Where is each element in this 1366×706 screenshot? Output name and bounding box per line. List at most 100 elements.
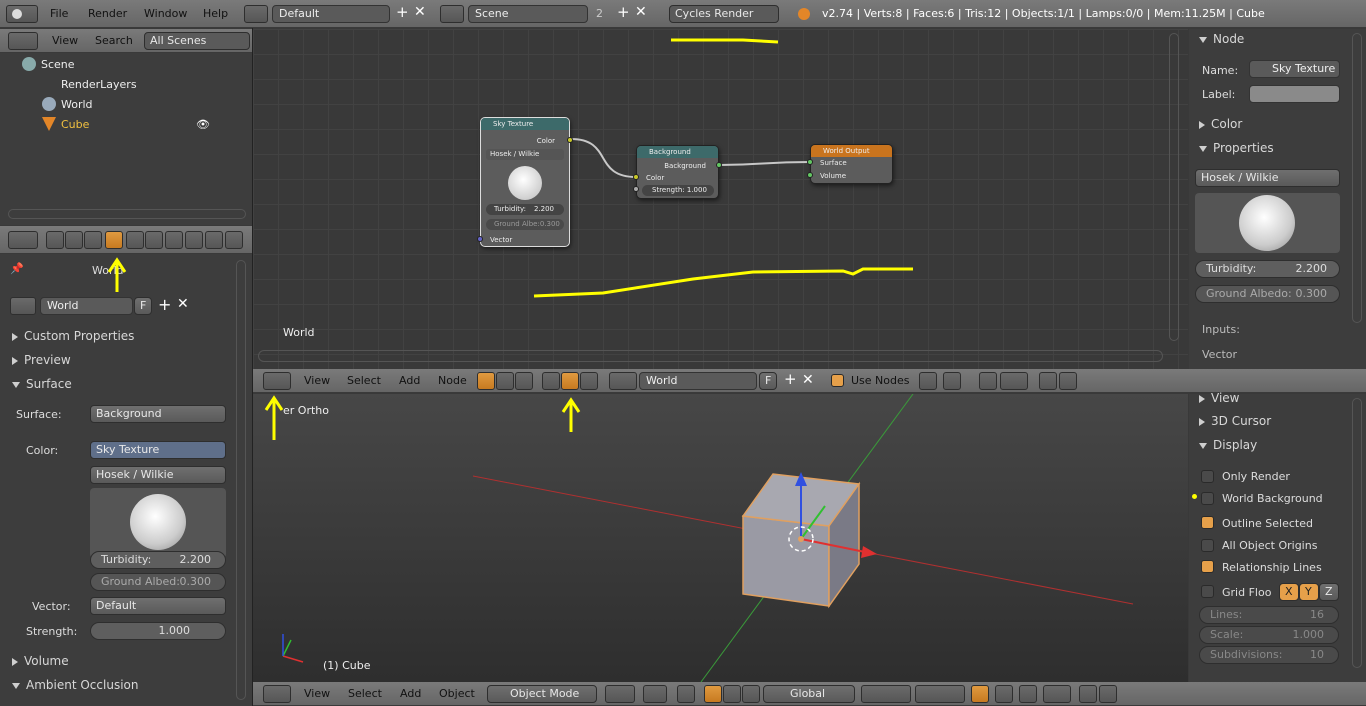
snap-element-icon[interactable] — [1043, 685, 1071, 703]
node-background[interactable]: Background Background Color Strength: 1.… — [633, 145, 722, 199]
node-wo-header[interactable]: World Output — [811, 145, 892, 157]
all-origins-checkbox[interactable] — [1201, 539, 1214, 552]
node-sky-turbidity[interactable]: Turbidity: 2.200 — [486, 204, 564, 215]
outliner-menu-search[interactable]: Search — [95, 32, 133, 50]
manipulator-toggle-icon[interactable] — [677, 685, 695, 703]
node-sky-albedo[interactable]: Ground Albe:0.300 — [486, 219, 564, 230]
grid-x-toggle[interactable]: X — [1279, 583, 1299, 601]
bg-out-socket[interactable] — [716, 162, 722, 168]
node-menu-node[interactable]: Node — [438, 372, 467, 390]
node-copy-icon[interactable] — [1039, 372, 1057, 390]
surface-select[interactable]: Background — [90, 405, 226, 423]
menu-file[interactable]: File — [50, 5, 68, 23]
strength-slider[interactable]: 1.000 — [90, 622, 226, 640]
outliner-filter-select[interactable]: All Scenes — [144, 32, 250, 50]
outliner-menu-view[interactable]: View — [52, 32, 78, 50]
layout-field[interactable]: Default — [272, 5, 390, 23]
material-tab-icon[interactable] — [205, 231, 223, 249]
node-pin-icon[interactable] — [919, 372, 937, 390]
node-editor-type-icon[interactable] — [263, 372, 291, 390]
render-tab-icon[interactable] — [46, 231, 64, 249]
ground-albedo-slider[interactable]: Ground Albed: 0.300 — [90, 573, 226, 591]
menu-render[interactable]: Render — [88, 5, 127, 23]
node-name-field[interactable]: Sky Texture — [1249, 60, 1340, 78]
grid-lines-slider[interactable]: Lines: 16 — [1199, 606, 1339, 624]
sidebar-properties-panel[interactable]: Properties — [1199, 141, 1274, 155]
node-bg-strength[interactable]: Strength: 1.000 — [642, 185, 714, 196]
node-world-browse-icon[interactable] — [609, 372, 637, 390]
data-tab-icon[interactable] — [185, 231, 203, 249]
use-nodes-checkbox[interactable] — [831, 374, 844, 387]
node-label-field[interactable] — [1249, 85, 1340, 103]
sky-vector-socket[interactable] — [477, 236, 483, 242]
render-preview-icon[interactable] — [1079, 685, 1097, 703]
node-sky-texture[interactable]: Sky Texture Color Hosek / Wilkie Turbidi… — [477, 117, 573, 247]
rotate-manipulator-icon[interactable] — [723, 685, 741, 703]
panel-surface[interactable]: Surface — [12, 377, 72, 391]
relationship-lines-checkbox[interactable] — [1201, 560, 1214, 573]
add-layout-icon[interactable]: + — [396, 3, 409, 21]
texture-nodes-icon[interactable] — [515, 372, 533, 390]
scene-tab-icon[interactable] — [84, 231, 102, 249]
bg-color-socket[interactable] — [633, 174, 639, 180]
bg-strength-socket[interactable] — [633, 186, 639, 192]
node-sky-header[interactable]: Sky Texture — [481, 118, 569, 130]
shader-object-icon[interactable] — [542, 372, 560, 390]
outliner-scene[interactable]: Scene — [41, 58, 75, 71]
snap-toggle-icon[interactable] — [1019, 685, 1037, 703]
panel-volume[interactable]: Volume — [12, 654, 69, 668]
layers-group-1[interactable] — [861, 685, 911, 703]
wo-surface-socket[interactable] — [807, 159, 813, 165]
world-background-checkbox[interactable] — [1201, 492, 1214, 505]
grid-scale-slider[interactable]: Scale: 1.000 — [1199, 626, 1339, 644]
outliner-cube[interactable]: Cube — [61, 118, 89, 131]
screen-layout-icon[interactable] — [244, 5, 268, 23]
remove-scene-icon[interactable]: ✕ — [635, 3, 647, 21]
sidebar-turbidity-slider[interactable]: Turbidity: 2.200 — [1195, 260, 1340, 278]
node-bg-header[interactable]: Background — [637, 146, 718, 158]
add-scene-icon[interactable]: + — [617, 3, 630, 21]
vertical-divider[interactable] — [252, 28, 253, 706]
outliner-renderlayers[interactable]: RenderLayers — [61, 78, 137, 91]
transform-orientation-select[interactable]: Global — [763, 685, 855, 703]
3d-editor-type-icon[interactable] — [263, 685, 291, 703]
visibility-eye-icon[interactable]: 👁 — [196, 118, 210, 131]
texture-tab-icon[interactable] — [225, 231, 243, 249]
world-tab-icon[interactable] — [105, 231, 123, 249]
lock-layers-icon[interactable] — [971, 685, 989, 703]
pin-icon[interactable]: 📌 — [10, 262, 24, 275]
render-animation-icon[interactable] — [1099, 685, 1117, 703]
remove-layout-icon[interactable]: ✕ — [414, 3, 426, 21]
menu-window[interactable]: Window — [144, 5, 187, 23]
vp-panel-3d-cursor[interactable]: 3D Cursor — [1199, 414, 1271, 428]
node-paste-icon[interactable] — [1059, 372, 1077, 390]
pivot-point-icon[interactable] — [643, 685, 667, 703]
grid-floor-checkbox[interactable] — [1201, 585, 1214, 598]
panel-custom-properties[interactable]: Custom Properties — [12, 329, 134, 343]
node-v-scrollbar[interactable] — [1169, 33, 1179, 341]
object-mode-select[interactable]: Object Mode — [487, 685, 597, 703]
object-tab-icon[interactable] — [126, 231, 144, 249]
vp-panel-view[interactable]: View — [1199, 391, 1239, 405]
vector-select[interactable]: Default — [90, 597, 226, 615]
scene-icon[interactable] — [440, 5, 464, 23]
layers-group-2[interactable] — [915, 685, 965, 703]
node-menu-add[interactable]: Add — [399, 372, 420, 390]
world-unlink-icon[interactable]: ✕ — [177, 296, 189, 312]
viewport-shading-icon[interactable] — [605, 685, 635, 703]
3d-menu-view[interactable]: View — [304, 685, 330, 703]
color-select[interactable]: Sky Texture — [90, 441, 226, 459]
menu-help[interactable]: Help — [203, 5, 228, 23]
properties-editor-icon[interactable] — [8, 231, 38, 249]
grid-y-toggle[interactable]: Y — [1299, 583, 1319, 601]
world-fake-user-button[interactable]: F — [134, 297, 152, 315]
node-world-field[interactable]: World — [639, 372, 757, 390]
node-menu-view[interactable]: View — [304, 372, 330, 390]
panel-preview[interactable]: Preview — [12, 353, 71, 367]
sky-model-select[interactable]: Hosek / Wilkie — [90, 466, 226, 484]
node-sky-model[interactable]: Hosek / Wilkie — [486, 149, 564, 160]
render-engine-select[interactable]: Cycles Render — [669, 5, 779, 23]
node-menu-select[interactable]: Select — [347, 372, 381, 390]
translate-manipulator-icon[interactable] — [704, 685, 722, 703]
grid-z-toggle[interactable]: Z — [1319, 583, 1339, 601]
